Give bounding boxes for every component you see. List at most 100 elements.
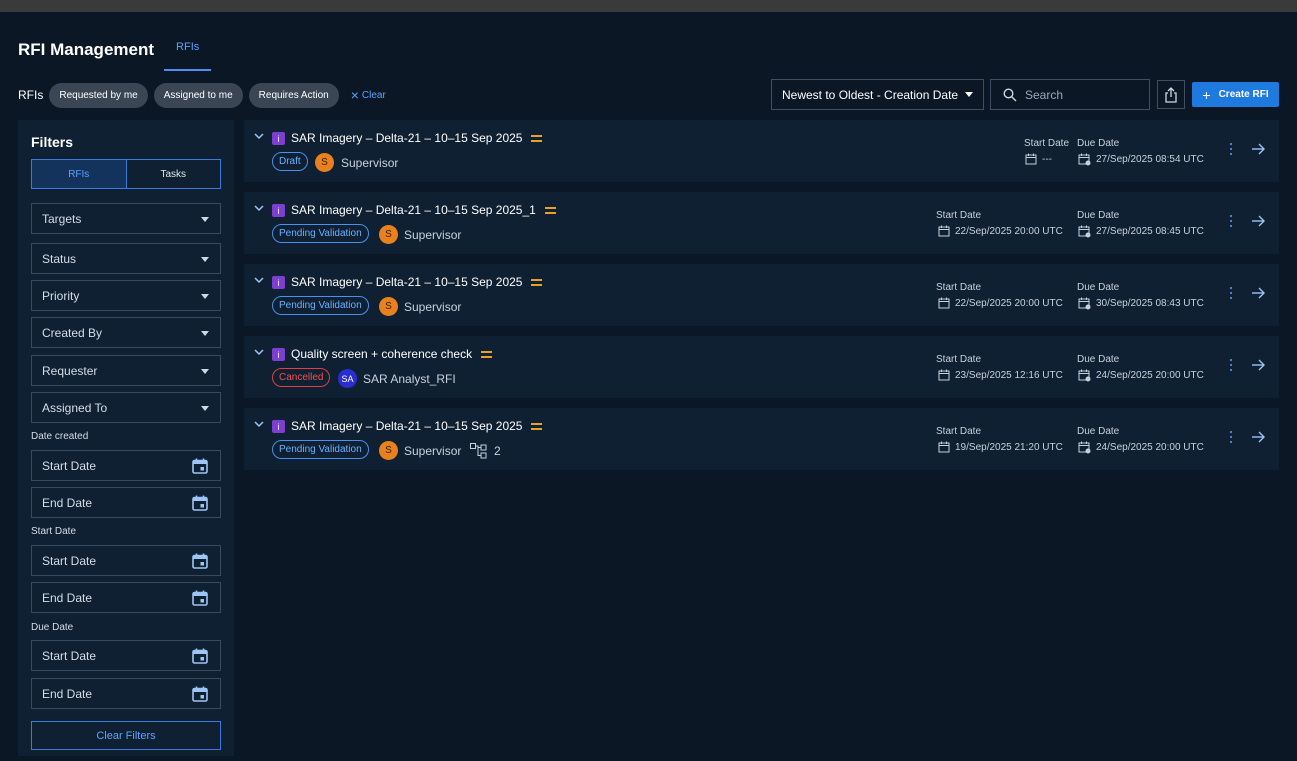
toggle-rfis[interactable]: RFIs [32, 160, 127, 188]
sort-value: Newest to Oldest - Creation Date [782, 87, 959, 102]
date-placeholder: Start Date [42, 553, 97, 568]
chevron-down-icon[interactable] [254, 133, 264, 140]
clear-label: Clear [361, 89, 386, 101]
calendar-icon [192, 458, 208, 474]
priority-dropdown[interactable]: Priority [31, 280, 221, 311]
start-date-text: 22/Sep/2025 20:00 UTC [955, 225, 1063, 237]
date-created-end-input[interactable]: End Date [31, 487, 221, 518]
chevron-down-icon[interactable] [254, 277, 264, 284]
due-date-text: 24/Sep/2025 20:00 UTC [1096, 370, 1204, 381]
requester-label: Requester [42, 363, 98, 378]
assigned-to-dropdown[interactable]: Assigned To [31, 392, 221, 423]
due-date-label: Due Date [1077, 210, 1120, 221]
due-date-label: Due Date [1077, 354, 1120, 365]
rfi-card[interactable]: i Quality screen + coherence check Cance… [244, 336, 1279, 398]
rfi-card[interactable]: i SAR Imagery – Delta-21 – 10–15 Sep 202… [244, 264, 1279, 326]
rfi-title-text: SAR Imagery – Delta-21 – 10–15 Sep 2025 [291, 131, 523, 145]
chevron-down-icon [201, 331, 209, 336]
rfi-title-text: SAR Imagery – Delta-21 – 10–15 Sep 2025 [291, 275, 523, 289]
subtasks-hierarchy-icon [470, 443, 487, 459]
toggle-tasks[interactable]: Tasks [127, 160, 221, 188]
due-date-value: 24/Sep/2025 20:00 UTC [1078, 369, 1204, 382]
targets-dropdown[interactable]: Targets [31, 203, 221, 234]
more-options-icon[interactable] [1229, 431, 1233, 446]
chevron-down-icon[interactable] [254, 349, 264, 356]
start-date-text: --- [1042, 153, 1052, 165]
arrow-right-icon[interactable] [1251, 430, 1266, 444]
created-by-label: Created By [42, 325, 103, 340]
export-button[interactable] [1157, 80, 1185, 109]
due-date-label: Due Date [1077, 138, 1120, 149]
start-date-value: 19/Sep/2025 21:20 UTC [938, 441, 1063, 453]
due-date-to-input[interactable]: End Date [31, 678, 221, 709]
calendar-clock-icon [1078, 441, 1091, 454]
start-date-to-input[interactable]: End Date [31, 582, 221, 613]
avatar: SA [338, 369, 357, 388]
rfi-title: SAR Imagery – Delta-21 – 10–15 Sep 2025 [291, 419, 543, 433]
page-header: RFI Management RFIs [18, 29, 212, 71]
calendar-outline-icon [1025, 153, 1037, 165]
arrow-right-icon[interactable] [1251, 142, 1266, 156]
avatar: S [379, 441, 398, 460]
chevron-down-icon[interactable] [254, 421, 264, 428]
search-field[interactable] [990, 79, 1150, 110]
more-options-icon[interactable] [1229, 143, 1233, 158]
targets-label: Targets [42, 211, 82, 226]
more-options-icon[interactable] [1229, 215, 1233, 230]
assigned-to-label: Assigned To [42, 400, 108, 415]
chip-assigned-to-me[interactable]: Assigned to me [153, 82, 243, 108]
calendar-outline-icon [938, 225, 950, 237]
start-date-label: Start Date [936, 426, 982, 437]
start-date-text: 23/Sep/2025 12:16 UTC [955, 369, 1063, 381]
due-date-from-input[interactable]: Start Date [31, 640, 221, 671]
create-rfi-button[interactable]: + Create RFI [1192, 82, 1279, 107]
status-label: Status [42, 251, 77, 266]
rfi-card[interactable]: i SAR Imagery – Delta-21 – 10–15 Sep 202… [244, 192, 1279, 254]
due-date-value: 24/Sep/2025 20:00 UTC [1078, 441, 1204, 454]
close-icon: × [350, 87, 359, 103]
rfi-title: SAR Imagery – Delta-21 – 10–15 Sep 2025_… [291, 203, 556, 217]
clear-filters-button[interactable]: Clear Filters [31, 721, 221, 750]
date-placeholder: Start Date [42, 458, 97, 473]
page-title: RFI Management [18, 40, 155, 59]
rfi-title-text: Quality screen + coherence check [291, 347, 473, 361]
sort-select[interactable]: Newest to Oldest - Creation Date [771, 79, 984, 110]
date-placeholder: Start Date [42, 648, 97, 663]
rfi-card[interactable]: i SAR Imagery – Delta-21 – 10–15 Sep 202… [244, 408, 1279, 470]
priority-medium-icon [531, 278, 543, 286]
arrow-right-icon[interactable] [1251, 214, 1266, 228]
chevron-down-icon[interactable] [254, 205, 264, 212]
date-created-start-input[interactable]: Start Date [31, 450, 221, 481]
more-options-icon[interactable] [1229, 287, 1233, 302]
start-date-text: 22/Sep/2025 20:00 UTC [955, 297, 1063, 309]
filter-type-toggle: RFIs Tasks [31, 159, 221, 189]
assignee-name: Supervisor [341, 156, 399, 170]
chip-requires-action[interactable]: Requires Action [248, 82, 339, 108]
start-date-from-input[interactable]: Start Date [31, 545, 221, 576]
calendar-clock-icon [1078, 153, 1091, 166]
calendar-icon [192, 553, 208, 569]
due-date-text: 24/Sep/2025 20:00 UTC [1096, 442, 1204, 453]
calendar-icon [192, 686, 208, 702]
calendar-icon [192, 590, 208, 606]
calendar-outline-icon [938, 441, 950, 453]
created-by-dropdown[interactable]: Created By [31, 317, 221, 348]
rfi-card[interactable]: i SAR Imagery – Delta-21 – 10–15 Sep 202… [244, 120, 1279, 182]
arrow-right-icon[interactable] [1251, 358, 1266, 372]
status-dropdown[interactable]: Status [31, 243, 221, 274]
arrow-right-icon[interactable] [1251, 286, 1266, 300]
search-input[interactable] [1025, 87, 1135, 102]
rfi-title: SAR Imagery – Delta-21 – 10–15 Sep 2025 [291, 131, 543, 145]
tab-rfis[interactable]: RFIs [164, 29, 212, 71]
more-options-icon[interactable] [1229, 359, 1233, 374]
clear-quick-filters-link[interactable]: × Clear [351, 87, 386, 103]
chip-requested-by-me[interactable]: Requested by me [49, 82, 148, 108]
info-badge-icon: i [272, 348, 285, 361]
priority-medium-icon [531, 422, 543, 430]
priority-label: Priority [42, 288, 80, 303]
rfi-title-text: SAR Imagery – Delta-21 – 10–15 Sep 2025_… [291, 203, 536, 217]
info-badge-icon: i [272, 132, 285, 145]
calendar-clock-icon [1078, 225, 1091, 238]
requester-dropdown[interactable]: Requester [31, 355, 221, 386]
chevron-down-icon [201, 217, 209, 222]
